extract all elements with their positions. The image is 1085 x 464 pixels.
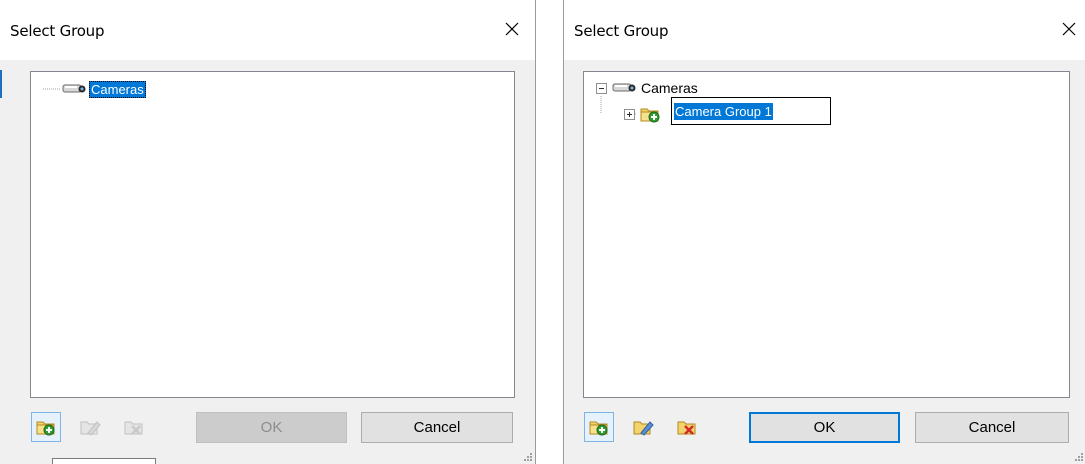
close-icon bbox=[505, 22, 519, 36]
group-tree[interactable]: Cameras bbox=[30, 71, 515, 398]
tree-node-label[interactable]: Cameras bbox=[89, 80, 146, 98]
partial-input-field bbox=[52, 458, 156, 464]
delete-group-button[interactable] bbox=[672, 412, 702, 442]
add-group-button[interactable] bbox=[31, 412, 61, 442]
dialog-title: Select Group bbox=[10, 22, 105, 40]
tree-node-cameras[interactable]: Cameras bbox=[611, 79, 700, 97]
rename-group-button[interactable] bbox=[628, 412, 658, 442]
collapse-toggle[interactable] bbox=[596, 83, 607, 94]
tree-node-camera-group[interactable] bbox=[639, 105, 663, 123]
add-folder-icon bbox=[640, 108, 660, 123]
group-name-edit-field[interactable]: Camera Group 1 bbox=[671, 97, 831, 125]
add-folder-icon bbox=[589, 421, 608, 436]
dialog-title: Select Group bbox=[574, 22, 669, 40]
title-bar: Select Group bbox=[564, 0, 1085, 60]
cancel-button[interactable]: Cancel bbox=[361, 412, 513, 443]
cancel-button[interactable]: Cancel bbox=[915, 412, 1069, 443]
edit-field-value[interactable]: Camera Group 1 bbox=[674, 102, 773, 120]
ok-button[interactable]: OK bbox=[749, 412, 900, 443]
resize-grip-icon[interactable] bbox=[1074, 452, 1084, 462]
rename-folder-icon bbox=[80, 421, 101, 436]
delete-group-button[interactable] bbox=[119, 412, 149, 442]
rename-folder-icon bbox=[633, 421, 654, 436]
camera-icon bbox=[62, 84, 86, 93]
expand-toggle[interactable] bbox=[624, 109, 635, 120]
resize-grip-icon[interactable] bbox=[523, 452, 533, 462]
delete-folder-icon bbox=[124, 421, 143, 435]
select-group-dialog-right: Select Group Cameras Camera Group 1 OK C… bbox=[563, 0, 1085, 464]
close-icon bbox=[1062, 22, 1076, 36]
group-tree[interactable]: Cameras Camera Group 1 bbox=[583, 71, 1070, 398]
window-edge-accent bbox=[0, 70, 2, 98]
title-bar: Select Group bbox=[0, 0, 535, 60]
add-group-button[interactable] bbox=[584, 412, 614, 442]
delete-folder-icon bbox=[677, 421, 696, 435]
tree-node-cameras[interactable]: Cameras bbox=[61, 80, 146, 98]
rename-group-button[interactable] bbox=[75, 412, 105, 442]
close-button[interactable] bbox=[497, 14, 527, 44]
tree-node-label[interactable]: Cameras bbox=[639, 80, 700, 97]
select-group-dialog-left: Select Group Cameras OK Cancel bbox=[0, 0, 536, 464]
ok-button[interactable]: OK bbox=[196, 412, 347, 443]
camera-icon bbox=[612, 83, 636, 92]
close-button[interactable] bbox=[1054, 14, 1084, 44]
add-folder-icon bbox=[36, 421, 55, 436]
